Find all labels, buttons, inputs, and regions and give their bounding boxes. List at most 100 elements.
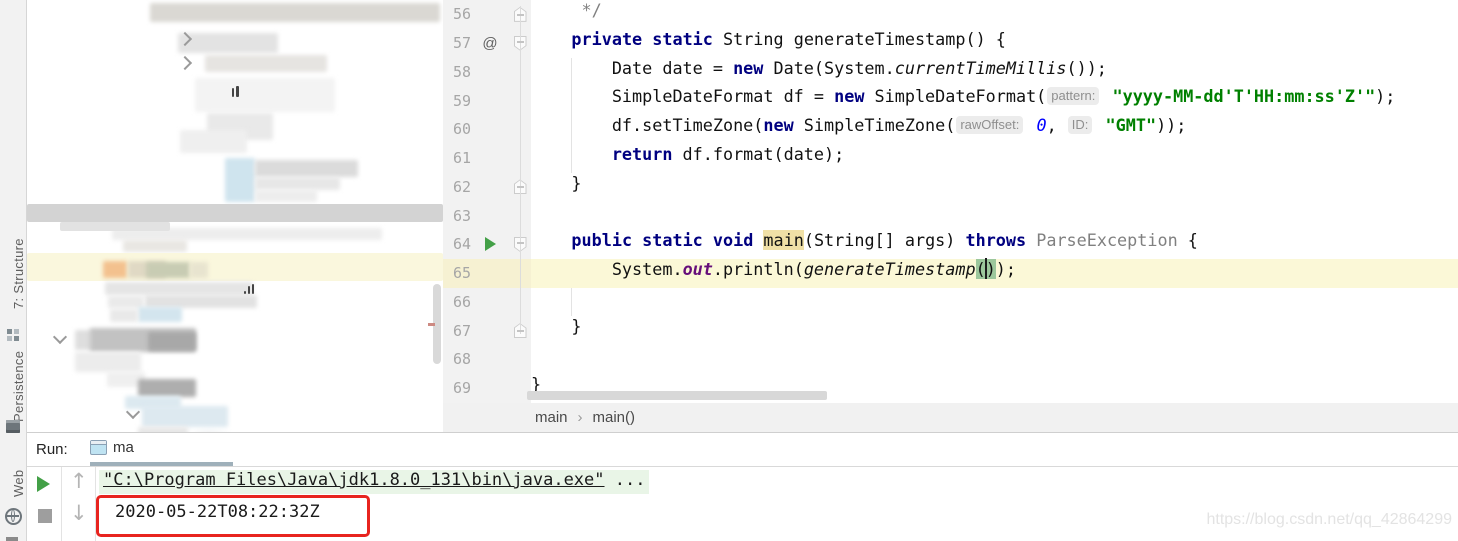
- censored-block: [148, 332, 196, 351]
- run-tab-label: ma: [113, 439, 134, 456]
- code-line[interactable]: }: [531, 173, 1458, 202]
- censored-block: [27, 204, 443, 222]
- line-number: 58: [452, 62, 471, 81]
- stop-button[interactable]: [38, 509, 52, 523]
- censored-block: [123, 240, 187, 252]
- line-number: 61: [452, 149, 471, 168]
- chevron-icon[interactable]: [177, 55, 193, 71]
- toolbar-divider: [61, 467, 62, 541]
- censored-block: [178, 33, 278, 53]
- line-number: 56: [452, 5, 471, 24]
- breadcrumb-item-class[interactable]: main: [535, 409, 568, 426]
- chevron-icon[interactable]: [52, 329, 68, 345]
- code-line[interactable]: return df.format(date);: [531, 144, 1458, 173]
- line-number: 68: [452, 350, 471, 369]
- line-number: 69: [452, 379, 471, 398]
- censored-glyph: [236, 86, 239, 97]
- up-arrow-icon[interactable]: ↑: [70, 469, 88, 493]
- gutter-row[interactable]: 67: [443, 316, 531, 345]
- gutter-row[interactable]: 57 @: [443, 29, 531, 58]
- gutter-row[interactable]: 64: [443, 230, 531, 259]
- censored-glyph: [244, 291, 246, 294]
- run-tab[interactable]: ma: [90, 439, 134, 456]
- code-line[interactable]: System.out.println(generateTimestamp());: [531, 258, 1458, 288]
- gutter-row[interactable]: 69: [443, 374, 531, 403]
- run-panel-header: Run: ma: [27, 433, 1458, 467]
- watermark-text: https://blog.csdn.net/qq_42864299: [1206, 511, 1452, 528]
- text-caret: [984, 258, 987, 280]
- down-arrow-icon[interactable]: ↓: [70, 501, 88, 525]
- breadcrumb: main › main(): [443, 403, 1458, 432]
- gutter-row[interactable]: 68: [443, 345, 531, 374]
- gutter-row[interactable]: 63: [443, 201, 531, 230]
- censored-glyph: [248, 286, 250, 294]
- tool-button-web[interactable]: Web: [0, 462, 26, 504]
- globe-icon[interactable]: [5, 508, 22, 525]
- code-line[interactable]: [531, 345, 1458, 374]
- breadcrumb-item-method[interactable]: main(): [593, 409, 636, 426]
- console-java-command[interactable]: "C:\Program Files\Java\jdk1.8.0_131\bin\…: [99, 470, 650, 494]
- censored-glyph: [232, 88, 234, 97]
- run-gutter-icon[interactable]: [484, 237, 496, 252]
- code-line[interactable]: SimpleDateFormat df = new SimpleDateForm…: [531, 86, 1458, 115]
- gutter-row[interactable]: 59: [443, 86, 531, 115]
- code-line[interactable]: public static void main(String[] args) t…: [531, 230, 1458, 259]
- code-editor[interactable]: 56 57 @58 59 60 61 62 63 64 65 66 67 68 69 */ private…: [443, 0, 1458, 403]
- run-console[interactable]: ↑ ↓ "C:\Program Files\Java\jdk1.8.0_131\…: [27, 467, 1458, 541]
- censored-block: [146, 262, 190, 278]
- horizontal-scrollbar[interactable]: [527, 391, 827, 400]
- censored-block: [255, 190, 317, 202]
- code-line[interactable]: }: [531, 316, 1458, 345]
- censored-block: [103, 261, 127, 278]
- partial-tool-icon: [6, 537, 18, 541]
- gutter-row[interactable]: 56: [443, 0, 531, 29]
- censored-block: [180, 130, 247, 153]
- line-number: 59: [452, 91, 471, 110]
- structure-icon[interactable]: [7, 329, 12, 334]
- ide-window: 7: Structure Persistence Web 56 57 @58 59 60…: [0, 0, 1458, 541]
- censored-block: [150, 3, 440, 22]
- persistence-icon[interactable]: [6, 420, 20, 433]
- line-number: 57: [452, 34, 471, 53]
- console-tab-icon: [90, 440, 107, 455]
- censored-block: [142, 406, 228, 427]
- code-line[interactable]: Date date = new Date(System.currentTimeM…: [531, 58, 1458, 87]
- code-line[interactable]: */: [531, 0, 1458, 29]
- line-number: 65: [452, 264, 471, 283]
- censored-block: [225, 158, 255, 202]
- tool-button-persistence[interactable]: Persistence: [0, 350, 26, 422]
- run-panel-title: Run:: [36, 441, 68, 458]
- annotation-gutter-icon[interactable]: @: [482, 35, 497, 52]
- censored-block: [190, 262, 208, 278]
- tool-button-structure[interactable]: 7: Structure: [0, 228, 26, 320]
- code-area[interactable]: */ private static String generateTimesta…: [531, 0, 1458, 403]
- indent-guide: [571, 58, 572, 173]
- rerun-button[interactable]: [37, 476, 50, 492]
- censored-block: [110, 309, 138, 322]
- tool-window-stripe: 7: Structure Persistence Web: [0, 0, 27, 541]
- blurred-project-tree-panel[interactable]: [27, 0, 443, 432]
- code-line[interactable]: [531, 201, 1458, 230]
- censored-block: [60, 222, 170, 231]
- code-line[interactable]: [531, 288, 1458, 317]
- console-command-link[interactable]: "C:\Program Files\Java\jdk1.8.0_131\bin\…: [103, 470, 605, 490]
- line-number: 62: [452, 177, 471, 196]
- code-line[interactable]: df.setTimeZone(new SimpleTimeZone(rawOff…: [531, 115, 1458, 144]
- line-number: 63: [452, 206, 471, 225]
- gutter-row[interactable]: 66: [443, 288, 531, 317]
- censored-block: [205, 55, 327, 72]
- gutter-row[interactable]: 60: [443, 115, 531, 144]
- gutter-row[interactable]: 65: [443, 258, 531, 288]
- censored-block: [255, 160, 358, 177]
- line-number: 66: [452, 292, 471, 311]
- gutter-row[interactable]: 62: [443, 173, 531, 202]
- gutter[interactable]: 56 57 @58 59 60 61 62 63 64 65 66 67 68 69: [443, 0, 531, 403]
- censored-block: [255, 177, 340, 190]
- indent-guide: [571, 288, 572, 316]
- gutter-row[interactable]: 58: [443, 58, 531, 87]
- gutter-row[interactable]: 61: [443, 144, 531, 173]
- line-number: 67: [452, 321, 471, 340]
- code-line[interactable]: private static String generateTimestamp(…: [531, 29, 1458, 58]
- selected-tab-underline: [90, 462, 233, 466]
- censored-block: [138, 307, 182, 322]
